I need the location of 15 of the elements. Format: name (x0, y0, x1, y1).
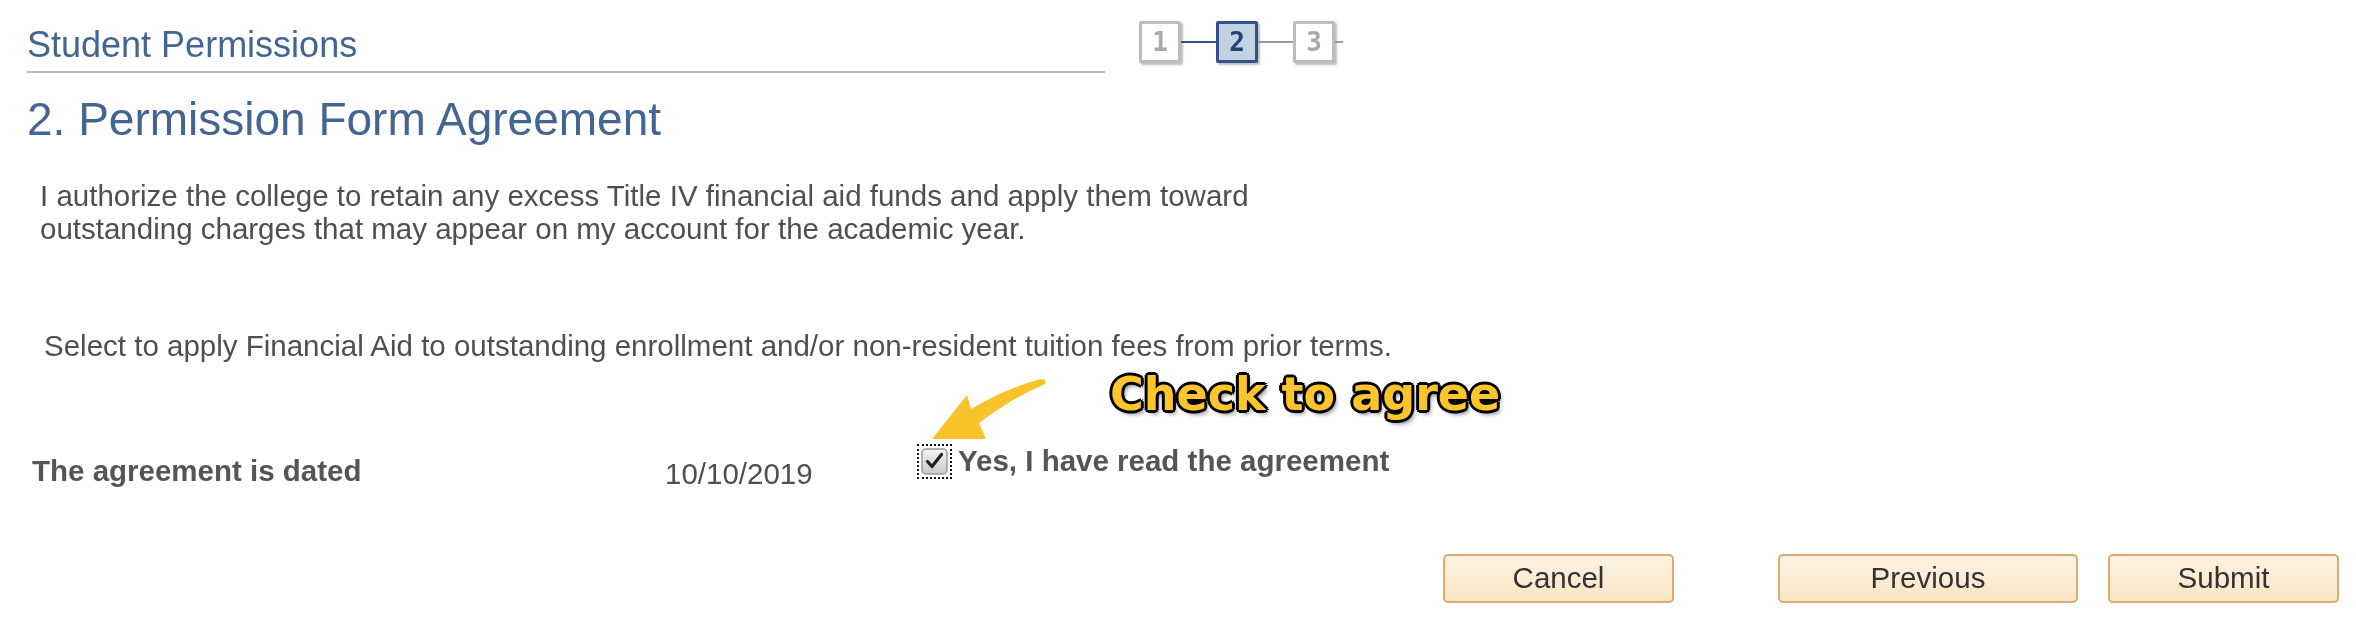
date-label: The agreement is dated (32, 455, 363, 488)
agreement-paragraph: I authorize the college to retain any excess Title IV financial aid funds and apply them toward outstanding charges that may appear on my account for the academic year. (40, 180, 1250, 246)
section-heading: 2. Permission Form Agreement (27, 93, 662, 147)
date-value: 10/10/2019 (665, 457, 814, 491)
submit-button[interactable]: Submit (2108, 553, 2339, 603)
callout-text: Check to agree (1110, 367, 1501, 423)
checkbox-label: Yes, I have read the agreement (958, 445, 1390, 478)
step-indicator: 3 (1293, 21, 1335, 63)
step-indicator: 2 (1216, 21, 1258, 63)
instruction-text: Select to apply Financial Aid to outstanding enrollment and/or non-resident tuition fees from prior terms. (44, 329, 1393, 363)
agree-checkbox[interactable] (917, 443, 952, 479)
page-title: Student Permissions (27, 24, 359, 66)
previous-button[interactable]: Previous (1778, 553, 2078, 603)
cancel-button[interactable]: Cancel (1443, 553, 1674, 603)
step-indicator: 1 (1139, 21, 1181, 63)
